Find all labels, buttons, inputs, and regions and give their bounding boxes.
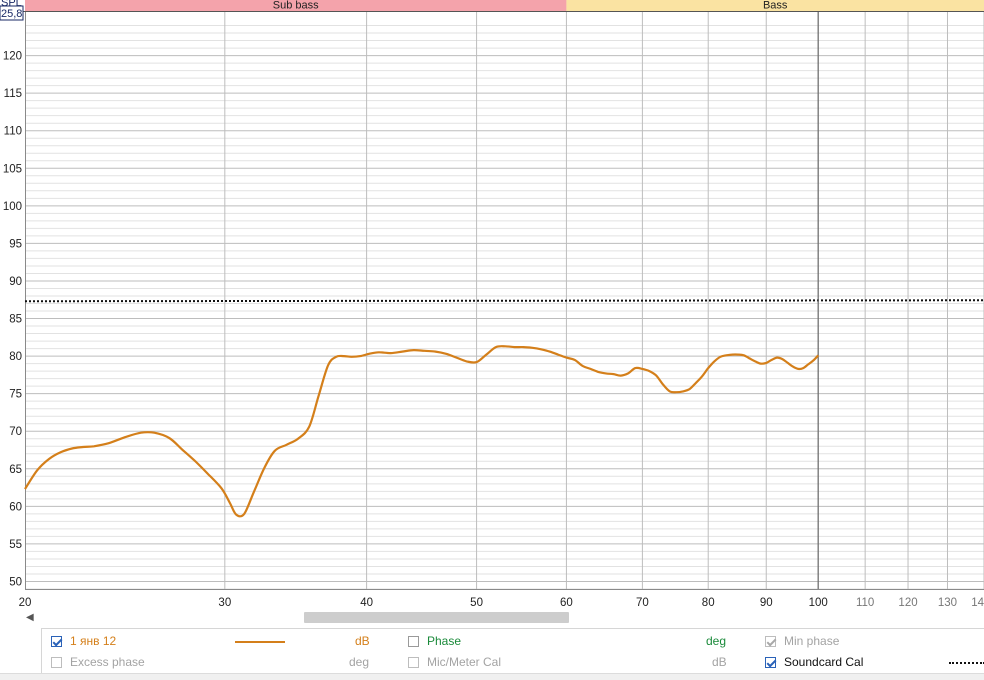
phase-unit-label: deg	[706, 634, 727, 648]
x-tick-label: 80	[702, 597, 715, 609]
plot-frame	[25, 12, 984, 590]
major-gridlines	[25, 12, 984, 589]
x-tick-label: 110	[856, 597, 874, 609]
y-tick-label: 105	[3, 163, 22, 175]
y-tick-label: 50	[9, 576, 22, 588]
soundcard-cal-label: Soundcard Cal	[784, 655, 864, 669]
scroll-left-arrow-icon[interactable]: ◀	[26, 612, 34, 623]
soundcard-cal-reference-line	[24, 299, 984, 303]
x-axis-ticks: 20 30 40 50 60 70 80 90 100 110 120 130 14	[19, 597, 984, 609]
y-axis-corner[interactable]: SPL 25,8	[0, 0, 24, 21]
x-tick-label: 120	[898, 597, 917, 609]
y-tick-label: 55	[9, 539, 22, 551]
x-tick-label: 130	[938, 597, 957, 609]
y-tick-label: 75	[9, 389, 22, 401]
x-tick-label: 90	[760, 597, 773, 609]
minor-gridlines	[25, 25, 984, 590]
mic-meter-cal-label: Mic/Meter Cal	[427, 655, 502, 669]
y-tick-label: 120	[3, 51, 22, 63]
phase-label: Phase	[427, 634, 462, 648]
trace-unit-label: dB	[355, 634, 370, 648]
y-tick-label: 85	[9, 314, 22, 326]
min-phase-checkbox[interactable]	[765, 636, 776, 647]
y-tick-label: 95	[9, 238, 22, 250]
y-axis-ticks: 50 55 60 65 70 75 80 85 90 95 100 105 110 115 120	[3, 51, 22, 589]
x-tick-label: 20	[19, 597, 32, 609]
y-tick-label: 90	[9, 276, 22, 288]
trace-visibility-checkbox[interactable]	[51, 636, 62, 647]
x-tick-label: 70	[636, 597, 649, 609]
spl-chart[interactable]: Sub bass Bass 50 55 60 65 70 75 80 85 90 95 100 105 1…	[0, 0, 984, 609]
y-tick-label: 80	[9, 351, 22, 363]
frequency-bands: Sub bass Bass	[0, 0, 984, 12]
y-tick-label: 60	[9, 501, 22, 513]
x-tick-label: 30	[218, 597, 231, 609]
scrollbar-thumb[interactable]	[304, 612, 569, 623]
horizontal-scrollbar[interactable]: ◀	[0, 609, 984, 627]
x-tick-label: 40	[360, 597, 373, 609]
excess-phase-checkbox[interactable]	[51, 657, 62, 668]
excess-phase-label: Excess phase	[70, 655, 145, 669]
y-tick-label: 100	[3, 201, 22, 213]
y-axis-top-value: 25,8	[1, 8, 22, 20]
min-phase-label: Min phase	[784, 634, 840, 648]
x-tick-label: 60	[560, 597, 573, 609]
x-tick-label: 100	[809, 597, 828, 609]
soundcard-cal-line-swatch[interactable]	[949, 662, 984, 664]
soundcard-cal-checkbox[interactable]	[765, 657, 776, 668]
legend-panel: 1 янв 12 dB Phase deg Min phase Excess p…	[41, 628, 984, 674]
band-label-0: Sub bass	[273, 0, 319, 12]
phase-checkbox[interactable]	[408, 636, 419, 647]
x-tick-label: 14	[971, 597, 984, 609]
trace-name-label: 1 янв 12	[70, 634, 117, 648]
band-label-1: Bass	[763, 0, 788, 12]
y-tick-label: 110	[4, 126, 22, 138]
trace-line-swatch[interactable]	[235, 641, 285, 643]
mic-meter-cal-unit-label: dB	[712, 655, 727, 669]
y-tick-label: 65	[9, 464, 22, 476]
mic-meter-cal-checkbox[interactable]	[408, 657, 419, 668]
x-tick-label: 50	[470, 597, 483, 609]
y-tick-label: 115	[4, 88, 22, 100]
y-tick-label: 70	[9, 426, 22, 438]
excess-phase-unit-label: deg	[349, 655, 370, 669]
reference-dotted-line	[24, 299, 984, 303]
